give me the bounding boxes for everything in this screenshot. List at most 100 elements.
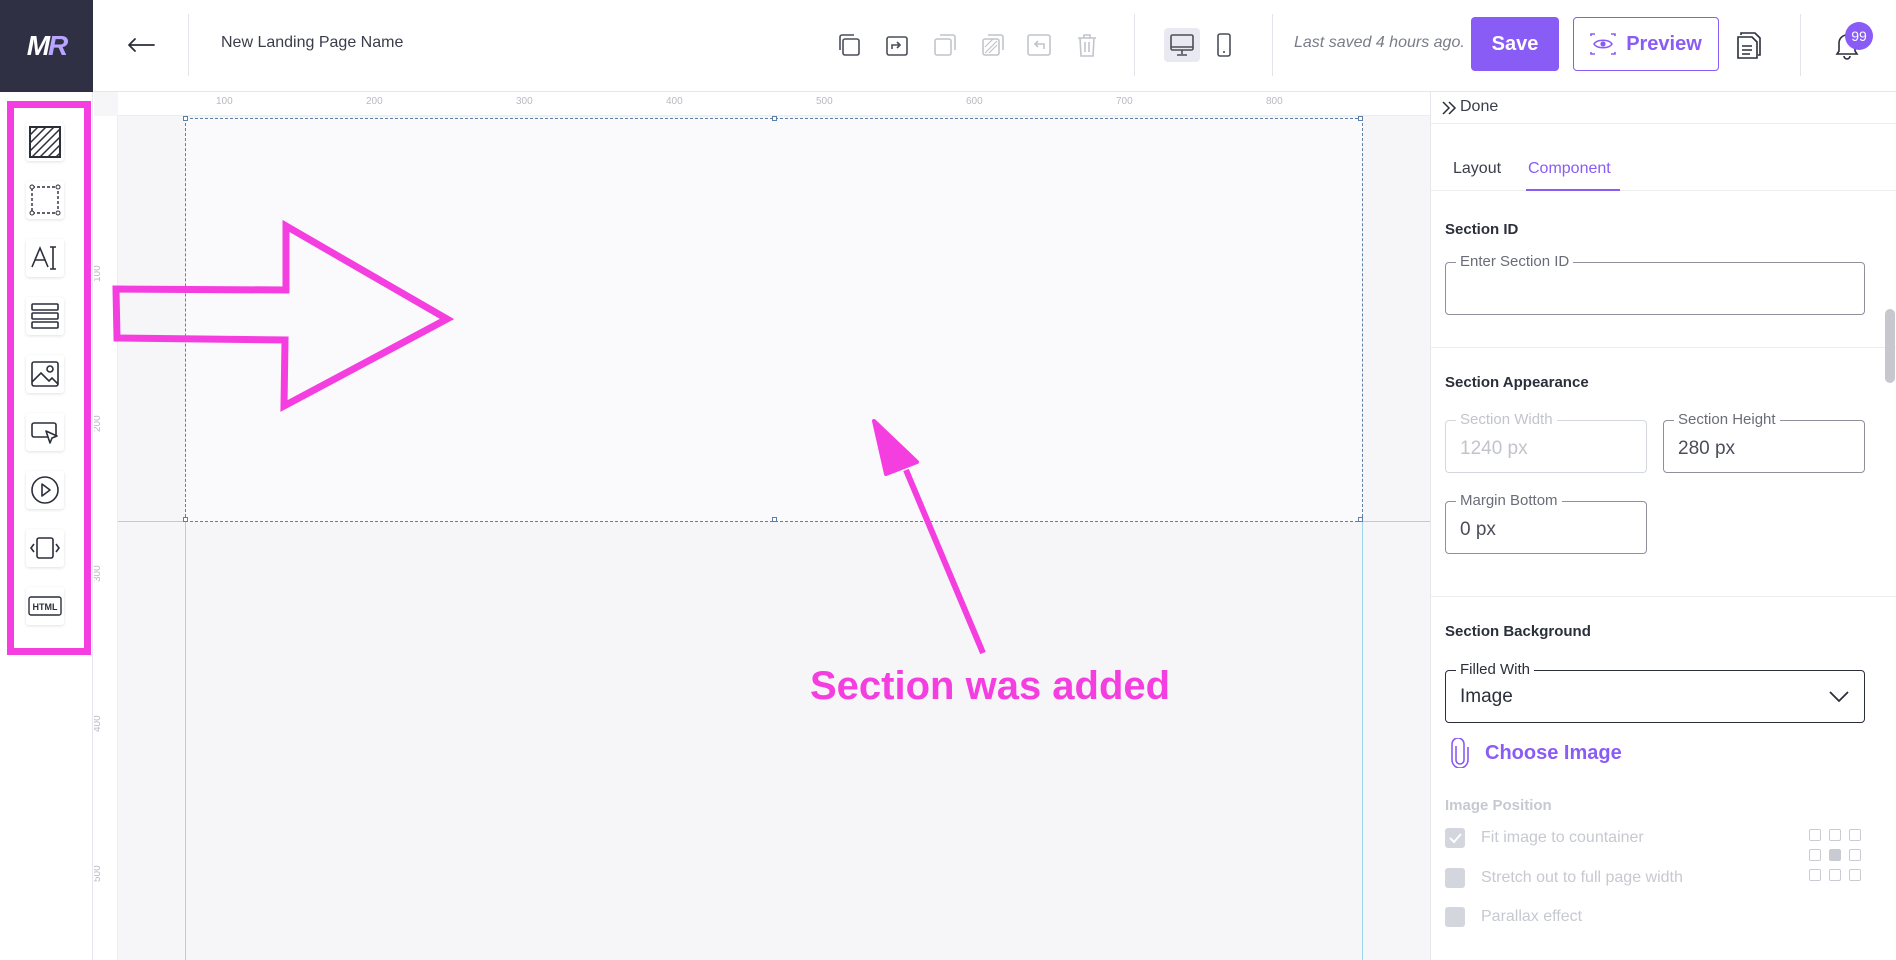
divider — [1431, 596, 1896, 597]
stretch-option[interactable]: Stretch out to full page width — [1445, 868, 1683, 888]
notification-badge[interactable]: 99 — [1845, 22, 1873, 50]
section-id-title: Section ID — [1445, 221, 1519, 238]
choose-image-button[interactable]: Choose Image — [1449, 738, 1622, 768]
position-cell-selected[interactable] — [1829, 849, 1841, 861]
ruler-tick: 200 — [366, 96, 383, 107]
ruler-tick: 800 — [1266, 96, 1283, 107]
field-label: Margin Bottom — [1456, 492, 1562, 509]
undo-icon[interactable] — [1022, 28, 1056, 62]
mobile-view-icon[interactable] — [1206, 28, 1242, 62]
active-tab-indicator — [1526, 189, 1620, 191]
ruler-tick: 400 — [666, 96, 683, 107]
fit-image-option[interactable]: Fit image to countainer — [1445, 828, 1644, 848]
tabs-divider — [1431, 190, 1896, 191]
position-cell[interactable] — [1809, 829, 1821, 841]
ruler-left: 100 200 300 400 500 — [94, 116, 118, 960]
option-label: Parallax effect — [1481, 908, 1583, 925]
option-label: Fit image to countainer — [1481, 829, 1644, 846]
annotation-highlight-box — [7, 101, 91, 655]
properties-panel: Done Layout Component Section ID Enter S… — [1430, 92, 1896, 960]
ruler-tick: 300 — [94, 565, 103, 582]
position-cell[interactable] — [1849, 849, 1861, 861]
field-label: Section Height — [1674, 411, 1780, 428]
panel-scrollbar[interactable] — [1885, 309, 1895, 383]
ruler-tick: 500 — [94, 865, 103, 882]
ruler-tick: 100 — [94, 265, 103, 282]
paperclip-icon — [1451, 738, 1469, 768]
section-width-field: Section Width 1240 px — [1445, 411, 1647, 473]
preview-label: Preview — [1626, 32, 1702, 55]
resize-handle[interactable] — [183, 517, 188, 522]
field-value: Image — [1460, 686, 1513, 707]
resize-handle[interactable] — [1358, 116, 1363, 121]
divider — [188, 14, 189, 76]
field-label: Enter Section ID — [1456, 253, 1574, 270]
resize-handle[interactable] — [1358, 517, 1363, 522]
redo-icon[interactable] — [880, 28, 914, 62]
top-bar: MR New Landing Page Name Last saved 4 ho… — [0, 0, 1896, 92]
canvas[interactable]: 100 200 300 400 500 600 700 800 100 200 … — [94, 92, 1430, 960]
added-section[interactable] — [183, 116, 1363, 522]
parallax-option[interactable]: Parallax effect — [1445, 907, 1582, 927]
paste-icon[interactable] — [928, 28, 962, 62]
ruler-top: 100 200 300 400 500 600 700 800 — [118, 92, 1430, 116]
eye-icon — [1590, 33, 1616, 55]
annotation-text: Section was added — [810, 664, 1171, 708]
ruler-tick: 300 — [516, 96, 533, 107]
check-icon — [1449, 833, 1462, 844]
ruler-tick: 700 — [1116, 96, 1133, 107]
ruler-tick: 400 — [94, 715, 103, 732]
checkbox[interactable] — [1445, 907, 1465, 927]
checkbox[interactable] — [1445, 868, 1465, 888]
section-id-field[interactable]: Enter Section ID — [1445, 253, 1865, 315]
save-button[interactable]: Save — [1471, 17, 1559, 71]
option-label: Stretch out to full page width — [1481, 869, 1683, 886]
divider — [1800, 14, 1801, 76]
copy-icon[interactable] — [832, 28, 866, 62]
resize-handle[interactable] — [183, 116, 188, 121]
position-cell[interactable] — [1809, 849, 1821, 861]
done-row: Done — [1431, 92, 1896, 124]
filled-with-select[interactable]: Filled With Image — [1445, 661, 1865, 723]
ruler-tick: 200 — [94, 415, 103, 432]
resize-handle[interactable] — [772, 116, 777, 121]
tab-component[interactable]: Component — [1528, 160, 1611, 178]
logo-text: MR — [26, 30, 69, 61]
margin-bottom-field[interactable]: Margin Bottom 0 px — [1445, 492, 1647, 554]
section-appearance-title: Section Appearance — [1445, 374, 1589, 391]
image-position-title: Image Position — [1445, 797, 1552, 814]
field-value: 1240 px — [1460, 438, 1528, 459]
divider — [1134, 14, 1135, 76]
field-label: Filled With — [1456, 661, 1535, 678]
tab-layout[interactable]: Layout — [1453, 160, 1501, 178]
section-background-title: Section Background — [1445, 623, 1591, 640]
back-arrow-icon[interactable] — [124, 28, 158, 62]
ruler-tick: 500 — [816, 96, 833, 107]
done-button[interactable]: Done — [1460, 98, 1498, 116]
choose-image-label: Choose Image — [1485, 741, 1622, 764]
page-name[interactable]: New Landing Page Name — [221, 34, 403, 52]
pages-icon[interactable] — [1732, 28, 1766, 62]
divider — [1272, 14, 1273, 76]
resize-handle[interactable] — [772, 517, 777, 522]
preview-button[interactable]: Preview — [1573, 17, 1719, 71]
position-cell[interactable] — [1849, 869, 1861, 881]
double-chevron-icon[interactable] — [1441, 101, 1457, 115]
position-cell[interactable] — [1829, 869, 1841, 881]
trash-icon[interactable] — [1070, 28, 1104, 62]
editor-window: MR New Landing Page Name Last saved 4 ho… — [0, 0, 1896, 960]
app-logo[interactable]: MR — [0, 0, 93, 92]
desktop-view-icon[interactable] — [1164, 28, 1200, 62]
section-height-field[interactable]: Section Height 280 px — [1663, 411, 1865, 473]
position-cell[interactable] — [1849, 829, 1861, 841]
field-value: 280 px — [1678, 438, 1736, 459]
ruler-tick: 600 — [966, 96, 983, 107]
image-position-grid[interactable] — [1809, 829, 1865, 885]
field-value: 0 px — [1460, 519, 1496, 540]
checkbox[interactable] — [1445, 828, 1465, 848]
position-cell[interactable] — [1829, 829, 1841, 841]
position-cell[interactable] — [1809, 869, 1821, 881]
chevron-down-icon — [1829, 691, 1849, 703]
style-icon[interactable] — [976, 28, 1010, 62]
divider — [1431, 347, 1896, 348]
